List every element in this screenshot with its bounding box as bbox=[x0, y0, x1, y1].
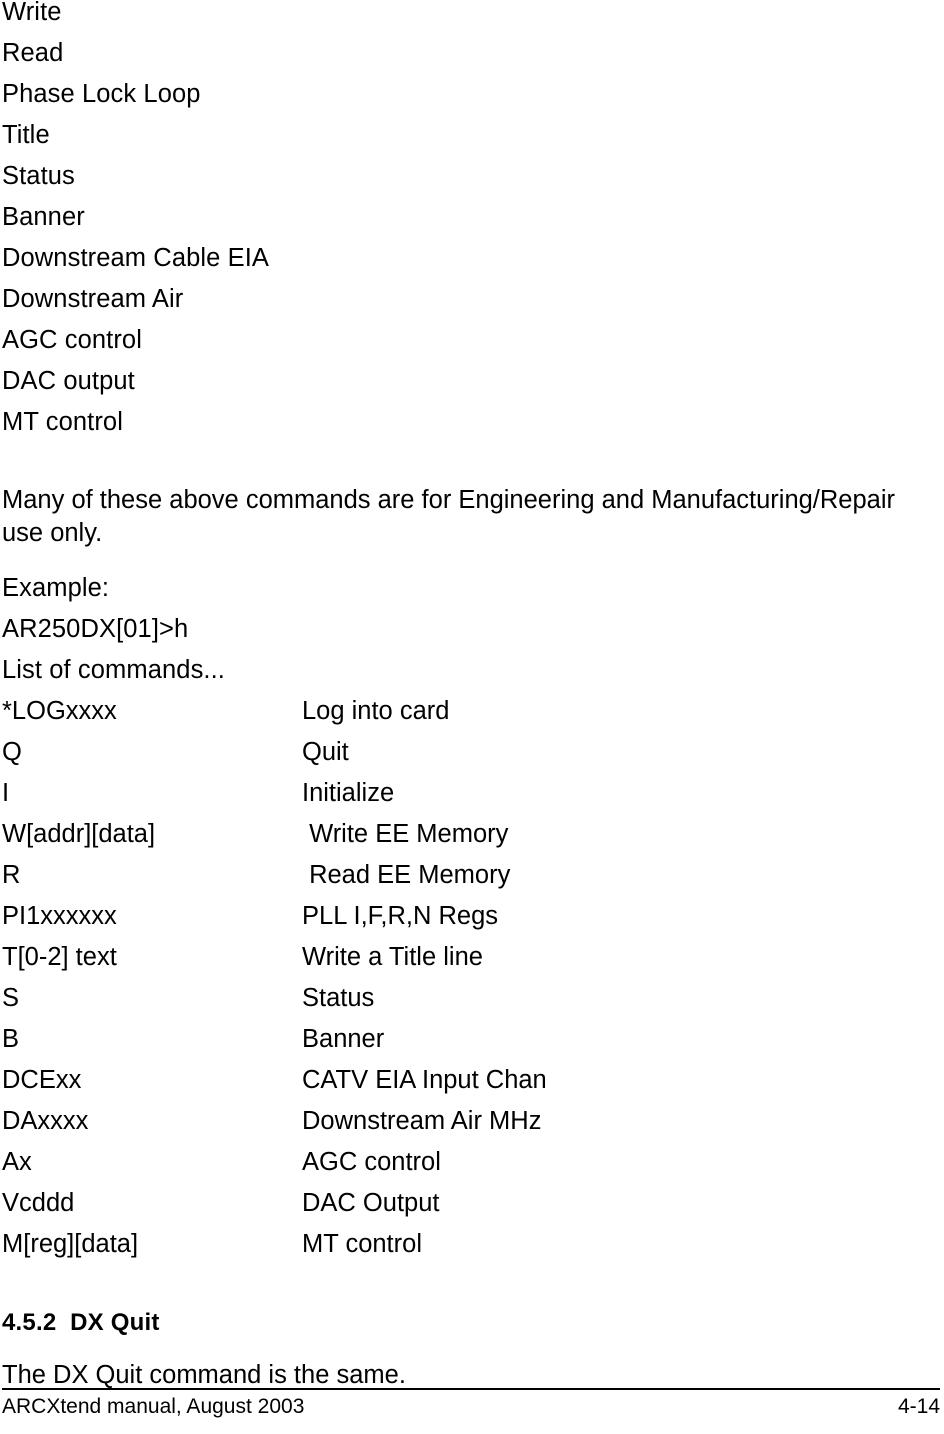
command-description: Read EE Memory bbox=[302, 861, 511, 889]
table-row: S Status bbox=[2, 978, 902, 1019]
command-description: Status bbox=[302, 984, 375, 1012]
command-description: Write a Title line bbox=[302, 943, 483, 971]
section-body-text: The DX Quit command is the same. bbox=[2, 1361, 406, 1389]
table-row: M[reg][data] MT control bbox=[2, 1224, 902, 1265]
table-row: DCExx CATV EIA Input Chan bbox=[2, 1060, 902, 1101]
document-page: Write Read Phase Lock Loop Title Status … bbox=[0, 0, 944, 1434]
example-response: List of commands... bbox=[2, 656, 225, 684]
command-description: Downstream Air MHz bbox=[302, 1107, 542, 1135]
command-summary-item: Status bbox=[2, 162, 75, 190]
command-summary-item: MT control bbox=[2, 408, 123, 436]
example-label: Example: bbox=[2, 574, 110, 602]
heading-gap bbox=[2, 1340, 932, 1358]
table-row: I Initialize bbox=[2, 773, 902, 814]
command-summary-item: Write bbox=[2, 0, 62, 26]
command-description: AGC control bbox=[302, 1148, 441, 1176]
command-summary-item: Banner bbox=[2, 203, 85, 231]
page-footer: ARCXtend manual, August 2003 4-14 bbox=[0, 1388, 944, 1434]
command-reference-table: *LOGxxxx Log into card Q Quit I Initiali… bbox=[2, 691, 902, 1265]
command-summary-item: Title bbox=[2, 121, 50, 149]
command-summary-item: Downstream Cable EIA bbox=[2, 244, 270, 272]
command-description: Initialize bbox=[302, 779, 395, 807]
table-row: B Banner bbox=[2, 1019, 902, 1060]
command-description: MT control bbox=[302, 1230, 422, 1258]
table-row: Ax AGC control bbox=[2, 1142, 902, 1183]
table-row: Vcddd DAC Output bbox=[2, 1183, 902, 1224]
footer-content: ARCXtend manual, August 2003 4-14 bbox=[2, 1392, 940, 1422]
table-row: W[addr][data] Write EE Memory bbox=[2, 814, 902, 855]
command-syntax: PI1xxxxxx bbox=[2, 902, 117, 930]
command-summary-item: AGC control bbox=[2, 326, 142, 354]
command-syntax: S bbox=[2, 984, 20, 1012]
footer-page-number: 4-14 bbox=[897, 1395, 940, 1418]
command-description: CATV EIA Input Chan bbox=[302, 1066, 547, 1094]
command-description: Write EE Memory bbox=[302, 820, 509, 848]
command-syntax: *LOGxxxx bbox=[2, 697, 117, 725]
command-summary-item: Phase Lock Loop bbox=[2, 80, 201, 108]
table-row: R Read EE Memory bbox=[2, 855, 902, 896]
command-syntax: W[addr][data] bbox=[2, 820, 156, 848]
command-syntax: T[0-2] text bbox=[2, 943, 117, 971]
note-paragraph: Many of these above commands are for Eng… bbox=[2, 486, 896, 547]
command-summary-item: Downstream Air bbox=[2, 285, 184, 313]
command-syntax: I bbox=[2, 779, 10, 807]
command-summary-item: DAC output bbox=[2, 367, 135, 395]
command-syntax: R bbox=[2, 861, 21, 889]
command-syntax: DCExx bbox=[2, 1066, 82, 1094]
command-summary-item: Read bbox=[2, 39, 64, 67]
table-row: PI1xxxxxx PLL I,F,R,N Regs bbox=[2, 896, 902, 937]
section-heading: 4.5.2 DX Quit bbox=[2, 1309, 160, 1336]
command-description: Log into card bbox=[302, 697, 450, 725]
example-prompt: AR250DX[01]>h bbox=[2, 615, 189, 643]
command-syntax: M[reg][data] bbox=[2, 1230, 139, 1258]
command-description: PLL I,F,R,N Regs bbox=[302, 902, 499, 930]
command-description: DAC Output bbox=[302, 1189, 440, 1217]
blank-line-separator bbox=[2, 443, 932, 484]
table-row: T[0-2] text Write a Title line bbox=[2, 937, 902, 978]
table-row: *LOGxxxx Log into card bbox=[2, 691, 902, 732]
command-syntax: B bbox=[2, 1025, 20, 1053]
command-description: Banner bbox=[302, 1025, 385, 1053]
footer-manual-title: ARCXtend manual, August 2003 bbox=[2, 1395, 305, 1418]
command-syntax: DAxxxx bbox=[2, 1107, 89, 1135]
table-row: DAxxxx Downstream Air MHz bbox=[2, 1101, 902, 1142]
command-description: Quit bbox=[302, 738, 349, 766]
command-syntax: Q bbox=[2, 738, 22, 766]
table-row: Q Quit bbox=[2, 732, 902, 773]
blank-line-separator bbox=[2, 1265, 932, 1306]
command-syntax: Ax bbox=[2, 1148, 32, 1176]
command-syntax: Vcddd bbox=[2, 1189, 75, 1217]
footer-divider bbox=[2, 1388, 940, 1390]
command-summary-list: Write Read Phase Lock Loop Title Status … bbox=[2, 0, 932, 443]
page-content: Write Read Phase Lock Loop Title Status … bbox=[2, 0, 932, 1392]
